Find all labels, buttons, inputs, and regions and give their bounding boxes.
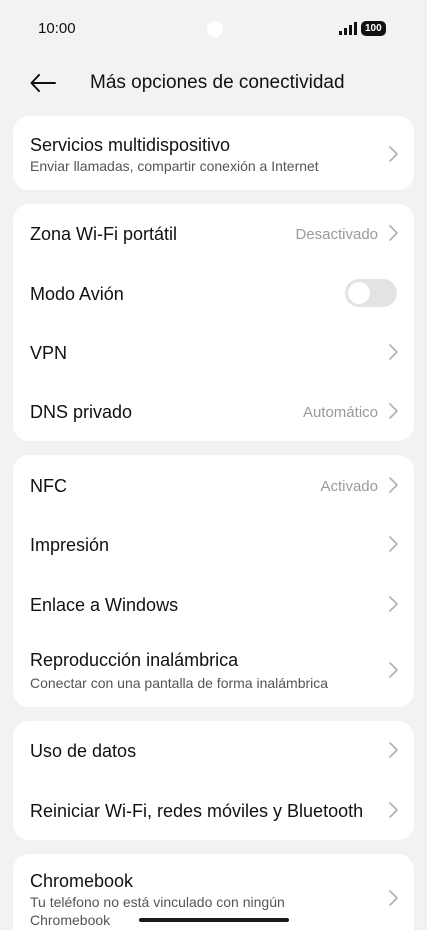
chevron-right-icon <box>389 662 398 678</box>
reset-network-row[interactable]: Reiniciar Wi-Fi, redes móviles y Bluetoo… <box>13 780 414 840</box>
hotspot-title: Zona Wi-Fi portátil <box>30 224 178 244</box>
chevron-right-icon <box>389 146 398 162</box>
card-data: Uso de datos Reiniciar Wi-Fi, redes móvi… <box>13 721 414 840</box>
arrow-left-icon <box>30 74 56 92</box>
dns-row[interactable]: DNS privado Automático <box>13 381 414 441</box>
windows-row[interactable]: Enlace a Windows <box>13 574 414 633</box>
chevron-right-icon <box>389 403 398 419</box>
wireless-display-subtitle: Conectar con una pantalla de forma inalá… <box>30 675 329 691</box>
chevron-right-icon <box>389 344 398 360</box>
wireless-display-title: Reproducción inalámbrica <box>30 650 239 670</box>
screen: 10:00 100 Más opciones de conectividad S… <box>0 0 427 930</box>
chevron-right-icon <box>389 802 398 818</box>
chevron-right-icon <box>389 596 398 612</box>
signal-icon <box>339 22 357 35</box>
data-usage-title: Uso de datos <box>30 741 137 761</box>
nfc-value: Activado <box>320 478 378 495</box>
multidevice-row[interactable]: Servicios multidispositivo Enviar llamad… <box>13 116 414 190</box>
hotspot-value: Desactivado <box>295 226 378 243</box>
airplane-toggle[interactable] <box>345 279 397 307</box>
toggle-knob <box>348 282 370 304</box>
hotspot-row[interactable]: Zona Wi-Fi portátil Desactivado <box>13 204 414 263</box>
printing-row[interactable]: Impresión <box>13 515 414 574</box>
wireless-display-row[interactable]: Reproducción inalámbrica Conectar con un… <box>13 633 414 707</box>
nfc-title: NFC <box>30 476 67 496</box>
card-multidevice: Servicios multidispositivo Enviar llamad… <box>13 116 414 190</box>
reset-network-title: Reiniciar Wi-Fi, redes móviles y Bluetoo… <box>30 801 364 821</box>
chevron-right-icon <box>389 890 398 906</box>
chromebook-subtitle: Tu teléfono no está vinculado con ningún <box>30 894 285 910</box>
battery-icon: 100 <box>361 21 386 36</box>
chromebook-title: Chromebook <box>30 871 134 891</box>
vpn-title: VPN <box>30 343 68 363</box>
airplane-title: Modo Avión <box>30 284 124 304</box>
card-devices: NFC Activado Impresión Enlace a Windows … <box>13 455 414 707</box>
chevron-right-icon <box>389 477 398 493</box>
data-usage-row[interactable]: Uso de datos <box>13 721 414 780</box>
status-bar: 10:00 100 <box>0 0 427 60</box>
header: Más opciones de conectividad <box>0 60 427 106</box>
chevron-right-icon <box>389 225 398 241</box>
status-time: 10:00 <box>38 20 76 37</box>
home-indicator[interactable] <box>139 918 289 922</box>
windows-title: Enlace a Windows <box>30 595 179 615</box>
back-button[interactable] <box>28 68 58 98</box>
dns-title: DNS privado <box>30 402 133 422</box>
printing-title: Impresión <box>30 535 110 555</box>
chevron-right-icon <box>389 742 398 758</box>
card-network: Zona Wi-Fi portátil Desactivado Modo Avi… <box>13 204 414 441</box>
dns-value: Automático <box>302 404 378 421</box>
chevron-right-icon <box>389 536 398 552</box>
multidevice-subtitle: Enviar llamadas, compartir conexión a In… <box>30 158 319 174</box>
page-title: Más opciones de conectividad <box>90 72 345 93</box>
multidevice-title: Servicios multidispositivo <box>30 135 231 155</box>
camera-cutout <box>207 21 223 37</box>
chromebook-subtitle-2: Chromebook <box>30 912 111 928</box>
nfc-row[interactable]: NFC Activado <box>13 455 414 515</box>
airplane-row: Modo Avión <box>13 263 414 322</box>
vpn-row[interactable]: VPN <box>13 322 414 381</box>
